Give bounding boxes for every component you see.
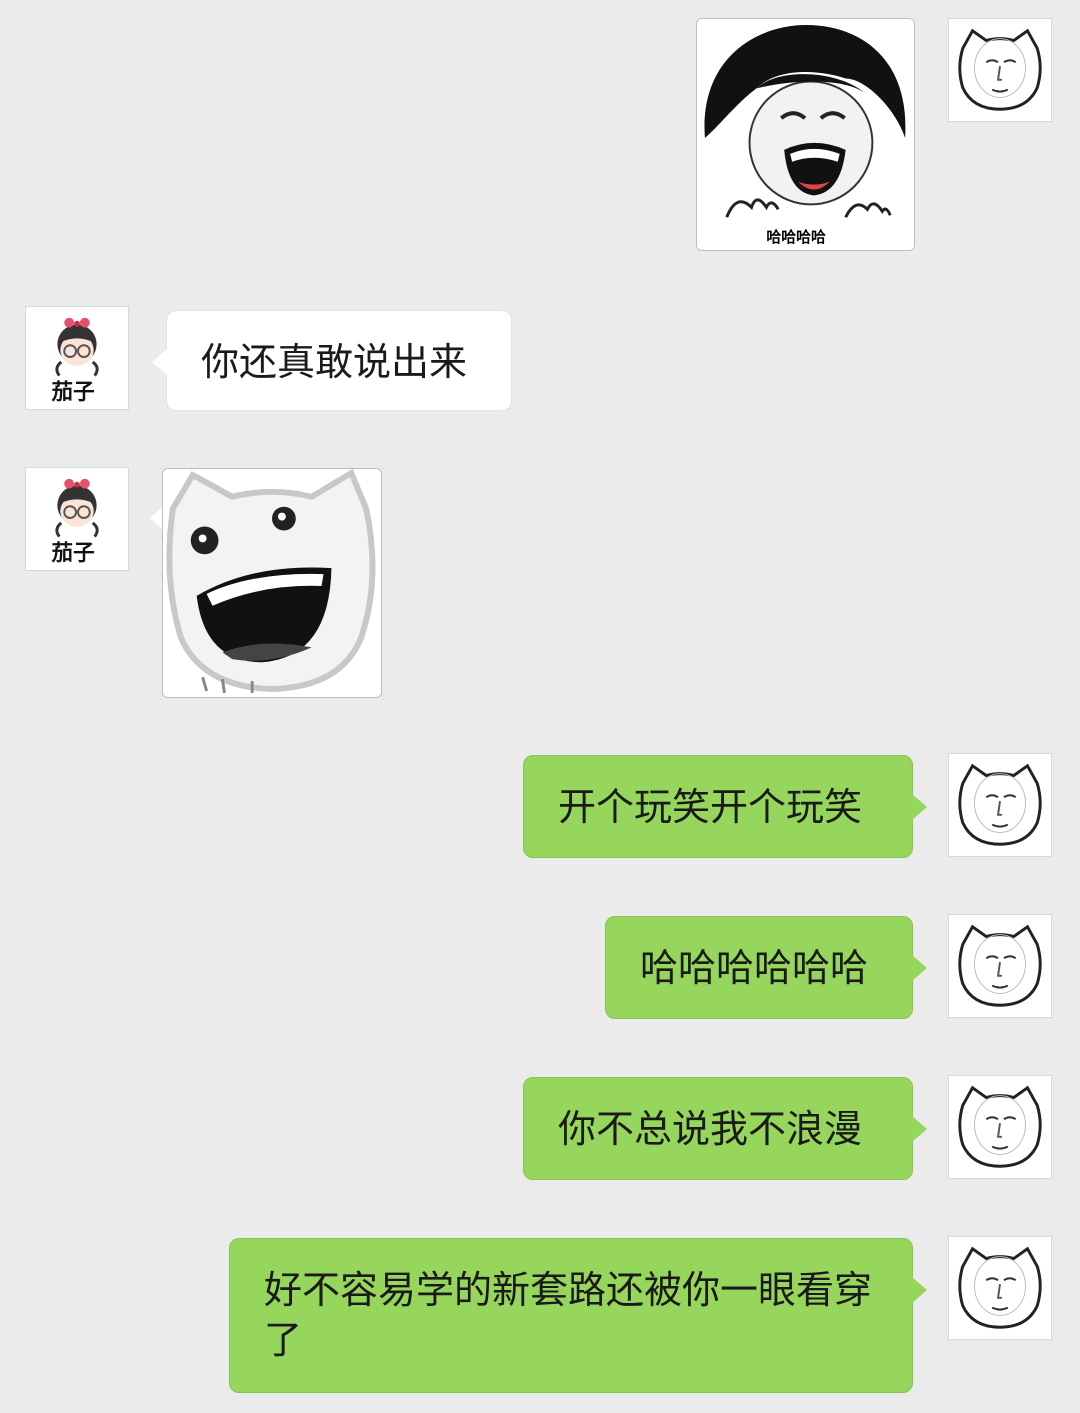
contact-avatar[interactable]: 茄子 [25, 467, 129, 571]
my-avatar[interactable] [948, 1075, 1052, 1179]
message-sticker-laughing[interactable]: 哈哈哈哈 [696, 18, 915, 251]
chat-message-list: 哈哈哈哈 茄子 你还真敢说出来 茄子 开个玩笑开个玩笑 哈哈哈哈哈哈 你不总说我… [0, 0, 1080, 1413]
my-avatar[interactable] [948, 1236, 1052, 1340]
message-sticker-grinning[interactable] [162, 468, 382, 698]
cat-face-man-avatar-icon [958, 763, 1042, 846]
contact-avatar-name: 茄子 [52, 380, 95, 405]
my-avatar[interactable] [948, 18, 1052, 122]
message-text: 你不总说我不浪漫 [558, 1107, 863, 1151]
girl-with-glasses-avatar-icon: 茄子 [52, 317, 99, 405]
contact-avatar[interactable]: 茄子 [25, 306, 129, 410]
cat-face-man-avatar-icon [958, 924, 1042, 1007]
my-avatar[interactable] [948, 914, 1052, 1018]
message-bubble-other[interactable]: 你还真敢说出来 [152, 310, 512, 411]
message-bubble-me[interactable]: 哈哈哈哈哈哈 [605, 916, 927, 1019]
girl-with-glasses-avatar-icon: 茄子 [52, 478, 99, 566]
contact-avatar-name: 茄子 [52, 541, 95, 566]
message-bubble-me[interactable]: 开个玩笑开个玩笑 [523, 755, 927, 858]
sticker-tail [150, 507, 162, 529]
my-avatar[interactable] [948, 753, 1052, 857]
message-bubble-me[interactable]: 你不总说我不浪漫 [523, 1077, 927, 1180]
sticker-caption: 哈哈哈哈 [766, 228, 826, 246]
cat-face-man-avatar-icon [958, 1085, 1042, 1168]
cat-face-man-avatar-icon [958, 28, 1042, 111]
message-text: 开个玩笑开个玩笑 [558, 785, 863, 829]
grinning-cat-face-sticker-icon [163, 469, 381, 697]
message-text: 你还真敢说出来 [201, 340, 468, 384]
message-text: 好不容易学的新套路还被你一眼看穿了 [264, 1268, 873, 1362]
message-bubble-me[interactable]: 好不容易学的新套路还被你一眼看穿了 [229, 1238, 927, 1393]
bowl-cut-laughing-face-sticker-icon: 哈哈哈哈 [697, 19, 914, 250]
message-text: 哈哈哈哈哈哈 [640, 946, 869, 990]
cat-face-man-avatar-icon [958, 1246, 1042, 1329]
